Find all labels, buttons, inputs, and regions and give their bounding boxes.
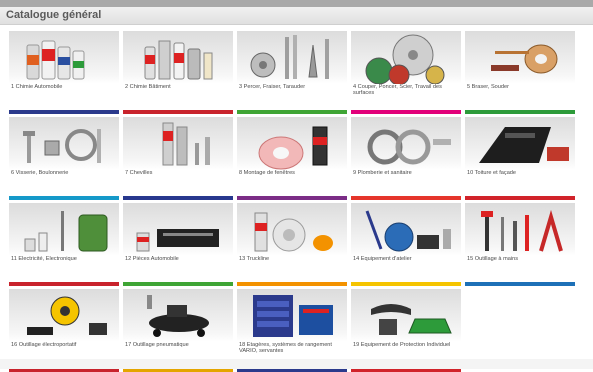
category-color-bar: [237, 110, 347, 114]
category-tile-6[interactable]: 6 Visserie, Boulonnerie: [9, 117, 119, 200]
category-tile-15[interactable]: 15 Outillage à mains: [465, 203, 575, 286]
category-color-bar: [123, 110, 233, 114]
category-tile-2[interactable]: 2 Chimie Bâtiment: [123, 31, 233, 114]
category-tile-5[interactable]: 5 Braser, Souder: [465, 31, 575, 114]
category-tile-7[interactable]: 7 Chevilles: [123, 117, 233, 200]
category-color-bar: [465, 196, 575, 200]
category-label: 6 Visserie, Boulonnerie: [11, 170, 69, 176]
category-color-bar: [9, 282, 119, 286]
category-color-bar: [465, 110, 575, 114]
category-color-bar: [237, 196, 347, 200]
protective-gear-icon: [351, 289, 461, 342]
category-tile-12[interactable]: 12 Pièces Automobile: [123, 203, 233, 286]
category-tile-8[interactable]: 8 Montage de fenêtres: [237, 117, 347, 200]
anchors-icon: [123, 117, 233, 170]
category-color-bar: [9, 110, 119, 114]
category-label: 2 Chimie Bâtiment: [125, 84, 171, 90]
bottom-strip: [0, 359, 593, 369]
category-tile-10[interactable]: 10 Toiture et façade: [465, 117, 575, 200]
category-tile-13[interactable]: 13 Truckline: [237, 203, 347, 286]
category-color-bar: [465, 282, 575, 286]
category-color-bar: [351, 196, 461, 200]
shelving-icon: [237, 289, 347, 342]
window-tape-icon: [237, 117, 347, 170]
category-color-bar: [123, 196, 233, 200]
car-parts-icon: [123, 203, 233, 256]
category-label: 9 Plomberie et sanitaire: [353, 170, 412, 176]
category-color-bar: [237, 282, 347, 286]
category-label: 8 Montage de fenêtres: [239, 170, 295, 176]
category-tile-14[interactable]: 14 Equipement d'atelier: [351, 203, 461, 286]
cartridges-icon: [123, 31, 233, 84]
compressor-icon: [123, 289, 233, 342]
spray-cans-icon: [9, 31, 119, 84]
cable-reel-icon: [9, 203, 119, 256]
roofing-icon: [465, 117, 575, 170]
catalogue-grid: 1 Chimie Automobile 2 Chimie Bâtiment 3 …: [0, 0, 593, 372]
workshop-equipment-icon: [351, 203, 461, 256]
saw-blade-icon: [351, 31, 461, 84]
category-tile-4[interactable]: 4 Couper, Poncer, Scier, Travail des sur…: [351, 31, 461, 114]
category-tile-11[interactable]: 11 Electricité, Electronique: [9, 203, 119, 286]
hand-tools-icon: [465, 203, 575, 256]
category-label: 10 Toiture et façade: [467, 170, 517, 176]
category-label: 3 Percer, Fraiser, Tarauder: [239, 84, 306, 90]
category-tile-3[interactable]: 3 Percer, Fraiser, Tarauder: [237, 31, 347, 114]
solder-wire-icon: [465, 31, 575, 84]
truck-parts-icon: [237, 203, 347, 256]
category-label: 14 Equipement d'atelier: [353, 256, 412, 262]
category-label: 4 Couper, Poncer, Scier, Travail des sur…: [353, 84, 442, 97]
category-color-bar: [123, 282, 233, 286]
plumbing-hose-icon: [351, 117, 461, 170]
category-label: 1 Chimie Automobile: [11, 84, 63, 90]
category-label: 11 Electricité, Electronique: [11, 256, 77, 262]
category-color-bar: [351, 110, 461, 114]
category-tile-9[interactable]: 9 Plomberie et sanitaire: [351, 117, 461, 200]
drill-bits-icon: [237, 31, 347, 84]
category-label: 12 Pièces Automobile: [125, 256, 179, 262]
category-label: 15 Outillage à mains: [467, 256, 518, 262]
category-label: 5 Braser, Souder: [467, 84, 509, 90]
category-label: 7 Chevilles: [125, 170, 153, 176]
category-tile-1[interactable]: 1 Chimie Automobile: [9, 31, 119, 114]
category-color-bar: [351, 282, 461, 286]
category-label: 13 Truckline: [239, 256, 270, 262]
screws-icon: [9, 117, 119, 170]
category-color-bar: [9, 196, 119, 200]
power-tools-icon: [9, 289, 119, 342]
